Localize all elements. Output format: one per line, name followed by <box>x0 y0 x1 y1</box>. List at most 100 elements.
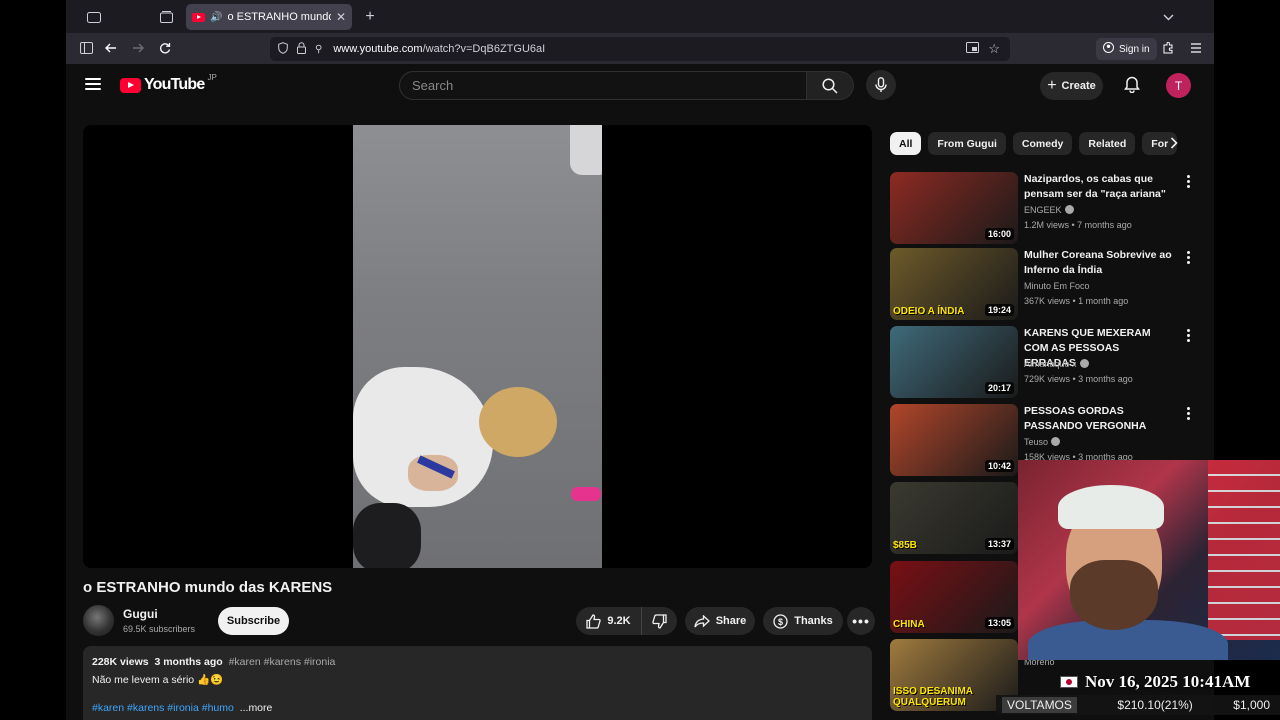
video-duration: 13:05 <box>984 617 1014 629</box>
video-thumbnail[interactable]: 20:17 <box>890 326 1018 398</box>
recommendation-channel[interactable]: Almanaque x <box>1024 359 1089 369</box>
url-bar[interactable]: ⚲ www.youtube.com/watch?v=DqB6ZTGU6aI ☆ <box>270 37 1010 61</box>
description-hashtags: #karen #karens #ironia #humo ...more <box>92 702 863 714</box>
bookmark-star-icon[interactable]: ☆ <box>988 41 1000 57</box>
dislike-button[interactable] <box>641 607 677 635</box>
recommendation-channel[interactable]: ENGEEK <box>1024 205 1074 215</box>
tab-bar: 🔊 o ESTRANHO mundo das KAREN ✕ + <box>66 0 1214 33</box>
subscribe-button[interactable]: Subscribe <box>218 607 289 635</box>
create-label: Create <box>1061 80 1096 92</box>
back-icon[interactable] <box>97 37 125 59</box>
thumbnail-caption: $85B <box>893 540 917 551</box>
create-button[interactable]: + Create <box>1040 72 1103 100</box>
filter-chip[interactable]: All <box>890 132 922 155</box>
tab-active[interactable]: 🔊 o ESTRANHO mundo das KAREN ✕ <box>186 4 352 30</box>
forward-icon[interactable] <box>124 37 152 59</box>
show-more-link[interactable]: ...more <box>240 702 273 714</box>
recommendation-item[interactable]: 20:17 KARENS QUE MEXERAM COM AS PESSOAS E… <box>890 326 1190 398</box>
extensions-icon[interactable] <box>1154 37 1182 59</box>
close-tab-icon[interactable]: ✕ <box>336 10 346 24</box>
sign-in-button[interactable]: Sign in <box>1096 38 1157 60</box>
channel-name[interactable]: Gugui <box>123 607 158 621</box>
share-icon <box>694 614 710 627</box>
user-avatar[interactable]: T <box>1166 73 1191 98</box>
ticker-goal: $1,000 <box>1233 698 1270 712</box>
description-tags[interactable]: #karen #karens #ironia <box>229 656 336 668</box>
tab-list-icon[interactable] <box>152 6 180 28</box>
recommendation-title[interactable]: Mulher Coreana Sobrevive ao Inferno da Í… <box>1024 248 1174 278</box>
more-actions-button[interactable]: ••• <box>847 607 875 635</box>
filter-chip[interactable]: Comedy <box>1012 132 1073 155</box>
like-count: 9.2K <box>607 615 631 627</box>
video-frame <box>353 125 602 568</box>
description-box[interactable]: 228K views 3 months ago #karen #karens #… <box>83 646 872 720</box>
search-button[interactable] <box>807 71 854 100</box>
channel-name: Almanaque x <box>1024 359 1077 369</box>
recommendation-title[interactable]: Nazipardos, os cabas que pensam ser da "… <box>1024 172 1174 202</box>
description-meta: 228K views 3 months ago #karen #karens #… <box>92 656 863 668</box>
thanks-icon: $ <box>773 613 788 629</box>
donation-ticker: VOLTAMOS $210.10(21%) $1,000 <box>996 695 1280 715</box>
channel-name: ENGEEK <box>1024 205 1062 215</box>
notifications-bell-icon[interactable] <box>1124 75 1140 98</box>
logo-region: JP <box>207 72 217 82</box>
logo-text: YouTube <box>144 76 205 93</box>
recommendation-item[interactable]: 16:00 Nazipardos, os cabas que pensam ser… <box>890 172 1190 244</box>
recommendation-meta: 1.2M views • 7 months ago <box>1024 220 1132 230</box>
picture-in-picture-icon[interactable] <box>966 42 980 56</box>
upload-age: 3 months ago <box>154 656 223 668</box>
chevron-down-icon[interactable] <box>1154 6 1182 28</box>
url-text[interactable]: www.youtube.com/watch?v=DqB6ZTGU6aI <box>333 43 545 55</box>
more-vertical-icon[interactable] <box>1185 175 1191 188</box>
recommendation-item[interactable]: ODEIO A ÍNDIA 19:24 Mulher Coreana Sobrevi… <box>890 248 1190 320</box>
speaker-icon[interactable]: 🔊 <box>210 12 222 23</box>
recommendation-channel[interactable]: Minuto Em Foco <box>1024 281 1090 291</box>
reload-icon[interactable] <box>151 37 179 59</box>
video-thumbnail[interactable]: 10:42 <box>890 404 1018 476</box>
shield-icon[interactable] <box>278 41 288 57</box>
description-text: Não me levem a sério 👍😉 <box>92 674 224 686</box>
menu-icon[interactable] <box>1182 37 1210 59</box>
recommendation-meta: 729K views • 3 months ago <box>1024 374 1133 384</box>
permissions-icon[interactable]: ⚲ <box>315 44 322 55</box>
voice-search-button[interactable] <box>866 70 896 100</box>
like-button[interactable]: 9.2K <box>576 607 641 635</box>
ticker-value: $210.10(21%) <box>1117 698 1193 712</box>
video-duration: 19:24 <box>984 304 1014 316</box>
video-thumbnail[interactable]: $85B 13:37 <box>890 482 1018 554</box>
channel-avatar[interactable] <box>83 605 114 636</box>
youtube-logo[interactable]: YouTube JP <box>120 72 217 94</box>
new-tab-button[interactable]: + <box>356 6 384 28</box>
video-thumbnail[interactable]: ODEIO A ÍNDIA 19:24 <box>890 248 1018 320</box>
recommendation-title[interactable]: PESSOAS GORDAS PASSANDO VERGONHA <box>1024 404 1174 434</box>
search-input[interactable]: Search <box>399 71 807 100</box>
verified-check-icon <box>1051 437 1061 446</box>
more-vertical-icon[interactable] <box>1185 251 1191 264</box>
guide-menu-icon[interactable] <box>85 78 101 90</box>
plus-icon: + <box>1047 77 1057 94</box>
video-title: o ESTRANHO mundo das KARENS <box>83 579 333 596</box>
chevron-right-icon[interactable] <box>1170 136 1178 154</box>
video-player[interactable] <box>83 125 872 568</box>
hashtag-links[interactable]: #karen #karens #ironia #humo <box>92 702 234 714</box>
video-thumbnail[interactable]: 16:00 <box>890 172 1018 244</box>
sidebar-toggle-icon[interactable] <box>80 6 108 28</box>
sidebar-icon[interactable] <box>72 37 100 59</box>
lock-icon[interactable] <box>297 41 306 57</box>
verified-check-icon <box>1079 359 1089 368</box>
thumbnail-caption: ODEIO A ÍNDIA <box>893 306 965 317</box>
channel-name: Minuto Em Foco <box>1024 281 1090 291</box>
more-vertical-icon[interactable] <box>1185 329 1191 342</box>
subscriber-count: 69.5K subscribers <box>123 624 196 634</box>
share-button[interactable]: Share <box>685 607 755 635</box>
thanks-button[interactable]: $ Thanks <box>763 607 843 635</box>
filter-chip[interactable]: From Gugui <box>928 132 1006 155</box>
youtube-favicon-icon <box>192 12 205 22</box>
recommendation-channel[interactable]: Teuso <box>1024 437 1061 447</box>
thumbs-down-icon <box>652 613 667 629</box>
filter-chip[interactable]: Related <box>1079 132 1136 155</box>
video-thumbnail[interactable]: CHINA 13:05 <box>890 561 1018 633</box>
search-icon <box>822 77 838 94</box>
ticker-label: VOLTAMOS <box>1002 697 1077 713</box>
more-vertical-icon[interactable] <box>1185 407 1191 420</box>
